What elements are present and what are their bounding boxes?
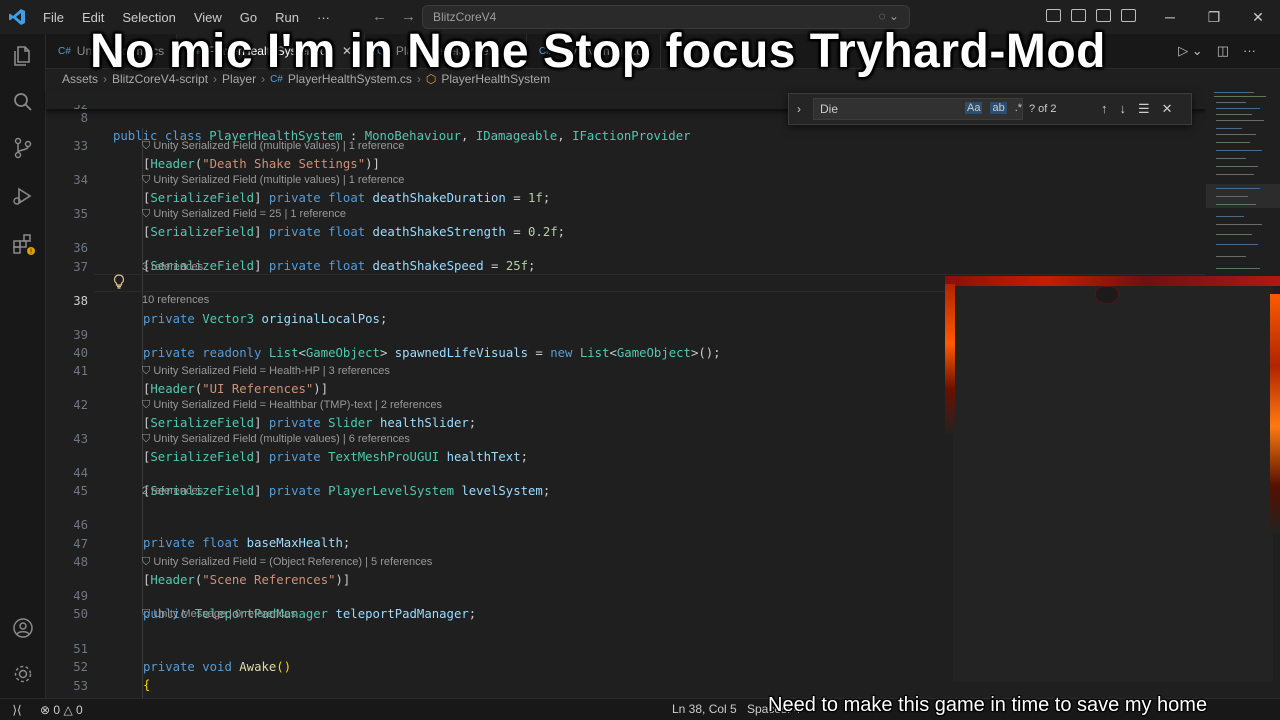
menu-view[interactable]: View	[185, 10, 231, 25]
codelens[interactable]: ⛉ Unity Serialized Field = 25 | 1 refere…	[142, 207, 346, 221]
codelens[interactable]: ⛉ Unity Serialized Field = (Object Refer…	[142, 555, 432, 569]
stream-title-overlay: No mic I'm in None Stop focus Tryhard-Mo…	[90, 25, 1106, 78]
previous-match-icon[interactable]: ↑	[1101, 101, 1108, 117]
warning-count: 0	[76, 702, 83, 717]
next-match-icon[interactable]: ↓	[1120, 101, 1127, 117]
settings-gear-icon[interactable]	[11, 662, 35, 686]
find-options: Aa ab .*	[965, 102, 1022, 114]
codelens[interactable]: 3 references	[142, 260, 203, 274]
source-control-icon[interactable]	[11, 136, 35, 160]
navigation-arrows: ← →	[372, 8, 416, 25]
menu-go[interactable]: Go	[231, 10, 266, 25]
codelens[interactable]: ⛉ Unity Serialized Field (multiple value…	[142, 432, 410, 446]
webcam-frame-left	[945, 284, 955, 434]
line-number: 50	[73, 607, 88, 621]
match-count: ? of 2	[1029, 103, 1057, 115]
copilot-icon[interactable]: ◌ ⌄	[878, 9, 899, 23]
webcam-feed	[953, 286, 1273, 682]
toggle-primary-sidebar-icon[interactable]	[1071, 9, 1086, 22]
whole-word-toggle[interactable]: ab	[990, 102, 1007, 114]
split-editor-icon[interactable]: ◫	[1217, 43, 1229, 59]
webcam-overlay	[945, 276, 1280, 690]
line-number: 32	[46, 105, 88, 111]
close-icon[interactable]: ✕	[1236, 9, 1280, 26]
menu-run[interactable]: Run	[266, 10, 308, 25]
search-icon[interactable]	[11, 90, 35, 114]
more-actions-icon[interactable]: ···	[1243, 43, 1256, 59]
run-debug-icon[interactable]	[11, 184, 35, 208]
remote-icon[interactable]: ⟩⟨	[0, 703, 34, 717]
activity-bar: !	[0, 34, 46, 698]
restore-icon[interactable]: ❐	[1192, 9, 1236, 26]
forward-arrow-icon[interactable]: →	[401, 8, 416, 25]
codelens[interactable]: 10 references	[142, 293, 209, 307]
tab-actions: ▷ ⌄ ◫ ···	[1178, 43, 1256, 59]
webcam-frame-right	[1270, 294, 1280, 534]
demon-emblem-icon	[1095, 286, 1119, 304]
codelens[interactable]: ⛉ Unity Serialized Field = Health-HP | 3…	[142, 364, 390, 378]
menu-file[interactable]: File	[34, 10, 73, 25]
chevron-right-icon[interactable]: ›	[797, 102, 801, 116]
menu-edit[interactable]: Edit	[73, 10, 113, 25]
minimize-icon[interactable]: ─	[1148, 9, 1192, 25]
warning-icon: △	[63, 702, 73, 717]
back-arrow-icon[interactable]: ←	[372, 8, 387, 25]
layout-controls	[1046, 9, 1136, 22]
find-buttons: ↑ ↓ ☰ ✕	[1101, 101, 1173, 117]
run-file-icon[interactable]: ▷ ⌄	[1178, 43, 1203, 59]
codelens[interactable]: 2 references	[142, 484, 203, 498]
toggle-secondary-sidebar-icon[interactable]	[1121, 9, 1136, 22]
vscode-logo-icon	[0, 0, 34, 34]
find-widget: › Die Aa ab .* ? of 2 ↑ ↓ ☰ ✕	[788, 93, 1192, 125]
regex-toggle[interactable]: .*	[1015, 102, 1022, 114]
explorer-icon[interactable]	[11, 44, 35, 68]
extensions-icon[interactable]: !	[11, 232, 35, 256]
stream-ticker-overlay: Need to make this game in time to save m…	[768, 694, 1208, 716]
menu-selection[interactable]: Selection	[113, 10, 184, 25]
toggle-panel-icon[interactable]	[1096, 9, 1111, 22]
webcam-frame-top	[945, 276, 1280, 286]
account-icon[interactable]	[11, 616, 35, 640]
codelens[interactable]: ⛉ Unity Serialized Field (multiple value…	[142, 173, 404, 187]
error-icon: ⊗	[40, 702, 51, 717]
svg-text:!: !	[30, 248, 33, 256]
command-center-label: BlitzCoreV4	[433, 10, 497, 24]
lightbulb-icon[interactable]	[112, 274, 126, 290]
csharp-file-icon: C#	[58, 45, 71, 57]
cursor-position[interactable]: Ln 38, Col 5	[672, 702, 737, 716]
problems-indicator[interactable]: ⊗ 0 △ 0	[40, 703, 83, 717]
close-find-icon[interactable]: ✕	[1162, 101, 1173, 117]
codelens[interactable]: ⛉ Unity Serialized Field = Healthbar (TM…	[142, 398, 442, 412]
match-case-toggle[interactable]: Aa	[965, 102, 983, 114]
find-in-selection-icon[interactable]: ☰	[1138, 101, 1150, 117]
menu-more[interactable]: ···	[308, 10, 339, 25]
error-count: 0	[53, 702, 61, 717]
codelens[interactable]: ⛉ Unity Message | 0 references	[142, 607, 296, 621]
codelens[interactable]: ⛉ Unity Serialized Field (multiple value…	[142, 139, 404, 153]
menu-bar: File Edit Selection View Go Run ···	[34, 10, 339, 25]
window-controls: ─ ❐ ✕	[1148, 0, 1280, 34]
customize-layout-icon[interactable]	[1046, 9, 1061, 22]
